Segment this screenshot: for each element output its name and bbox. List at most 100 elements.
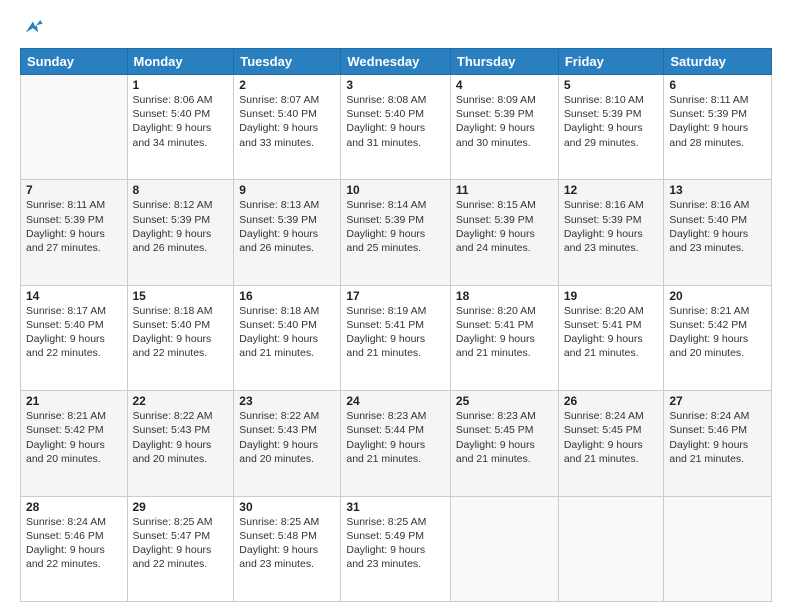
daylight-minutes: and 20 minutes. [669, 346, 766, 360]
sunset-text: Sunset: 5:44 PM [346, 423, 445, 437]
calendar-cell: 7Sunrise: 8:11 AMSunset: 5:39 PMDaylight… [21, 180, 128, 285]
sunrise-text: Sunrise: 8:20 AM [564, 304, 659, 318]
daylight-minutes: and 21 minutes. [346, 346, 445, 360]
sunset-text: Sunset: 5:39 PM [239, 213, 335, 227]
day-number: 2 [239, 78, 335, 92]
logo-bird-icon [22, 16, 44, 38]
daylight-minutes: and 21 minutes. [239, 346, 335, 360]
calendar-cell [21, 75, 128, 180]
sunrise-text: Sunrise: 8:11 AM [669, 93, 766, 107]
calendar-cell [450, 496, 558, 601]
sunset-text: Sunset: 5:39 PM [669, 107, 766, 121]
calendar-cell: 18Sunrise: 8:20 AMSunset: 5:41 PMDayligh… [450, 285, 558, 390]
sunset-text: Sunset: 5:48 PM [239, 529, 335, 543]
daylight-hours: Daylight: 9 hours [239, 438, 335, 452]
calendar-table: SundayMondayTuesdayWednesdayThursdayFrid… [20, 48, 772, 602]
sunrise-text: Sunrise: 8:10 AM [564, 93, 659, 107]
daylight-minutes: and 23 minutes. [239, 557, 335, 571]
sunset-text: Sunset: 5:40 PM [239, 107, 335, 121]
logo [20, 16, 44, 38]
sunset-text: Sunset: 5:47 PM [133, 529, 229, 543]
daylight-hours: Daylight: 9 hours [239, 543, 335, 557]
sunrise-text: Sunrise: 8:25 AM [133, 515, 229, 529]
daylight-hours: Daylight: 9 hours [456, 121, 553, 135]
day-number: 22 [133, 394, 229, 408]
sunset-text: Sunset: 5:46 PM [26, 529, 122, 543]
sunset-text: Sunset: 5:40 PM [133, 318, 229, 332]
sunset-text: Sunset: 5:43 PM [133, 423, 229, 437]
day-number: 31 [346, 500, 445, 514]
header-day-thursday: Thursday [450, 49, 558, 75]
calendar-cell: 26Sunrise: 8:24 AMSunset: 5:45 PMDayligh… [558, 391, 664, 496]
daylight-minutes: and 21 minutes. [564, 452, 659, 466]
sunset-text: Sunset: 5:42 PM [26, 423, 122, 437]
daylight-hours: Daylight: 9 hours [456, 332, 553, 346]
daylight-minutes: and 28 minutes. [669, 136, 766, 150]
sunrise-text: Sunrise: 8:23 AM [456, 409, 553, 423]
daylight-minutes: and 22 minutes. [133, 346, 229, 360]
header-day-friday: Friday [558, 49, 664, 75]
sunset-text: Sunset: 5:39 PM [456, 213, 553, 227]
sunrise-text: Sunrise: 8:09 AM [456, 93, 553, 107]
calendar-cell: 27Sunrise: 8:24 AMSunset: 5:46 PMDayligh… [664, 391, 772, 496]
day-number: 29 [133, 500, 229, 514]
sunset-text: Sunset: 5:41 PM [456, 318, 553, 332]
sunrise-text: Sunrise: 8:14 AM [346, 198, 445, 212]
day-number: 6 [669, 78, 766, 92]
daylight-minutes: and 22 minutes. [133, 557, 229, 571]
calendar-cell: 23Sunrise: 8:22 AMSunset: 5:43 PMDayligh… [234, 391, 341, 496]
daylight-minutes: and 20 minutes. [26, 452, 122, 466]
header-row: SundayMondayTuesdayWednesdayThursdayFrid… [21, 49, 772, 75]
daylight-minutes: and 21 minutes. [564, 346, 659, 360]
header-day-monday: Monday [127, 49, 234, 75]
sunset-text: Sunset: 5:45 PM [564, 423, 659, 437]
daylight-minutes: and 23 minutes. [669, 241, 766, 255]
day-number: 5 [564, 78, 659, 92]
calendar-cell: 2Sunrise: 8:07 AMSunset: 5:40 PMDaylight… [234, 75, 341, 180]
calendar-cell: 10Sunrise: 8:14 AMSunset: 5:39 PMDayligh… [341, 180, 451, 285]
sunset-text: Sunset: 5:45 PM [456, 423, 553, 437]
sunrise-text: Sunrise: 8:22 AM [239, 409, 335, 423]
sunrise-text: Sunrise: 8:18 AM [239, 304, 335, 318]
daylight-hours: Daylight: 9 hours [239, 227, 335, 241]
sunset-text: Sunset: 5:46 PM [669, 423, 766, 437]
sunset-text: Sunset: 5:49 PM [346, 529, 445, 543]
sunset-text: Sunset: 5:39 PM [564, 107, 659, 121]
week-row-1: 7Sunrise: 8:11 AMSunset: 5:39 PMDaylight… [21, 180, 772, 285]
sunrise-text: Sunrise: 8:15 AM [456, 198, 553, 212]
sunset-text: Sunset: 5:40 PM [133, 107, 229, 121]
day-number: 20 [669, 289, 766, 303]
sunrise-text: Sunrise: 8:06 AM [133, 93, 229, 107]
calendar-cell: 16Sunrise: 8:18 AMSunset: 5:40 PMDayligh… [234, 285, 341, 390]
calendar-cell: 29Sunrise: 8:25 AMSunset: 5:47 PMDayligh… [127, 496, 234, 601]
day-number: 9 [239, 183, 335, 197]
daylight-minutes: and 21 minutes. [456, 452, 553, 466]
sunrise-text: Sunrise: 8:24 AM [26, 515, 122, 529]
daylight-hours: Daylight: 9 hours [26, 543, 122, 557]
daylight-minutes: and 21 minutes. [669, 452, 766, 466]
sunset-text: Sunset: 5:39 PM [133, 213, 229, 227]
sunrise-text: Sunrise: 8:08 AM [346, 93, 445, 107]
calendar-cell: 4Sunrise: 8:09 AMSunset: 5:39 PMDaylight… [450, 75, 558, 180]
header-day-wednesday: Wednesday [341, 49, 451, 75]
day-number: 4 [456, 78, 553, 92]
calendar-cell: 30Sunrise: 8:25 AMSunset: 5:48 PMDayligh… [234, 496, 341, 601]
calendar-cell: 11Sunrise: 8:15 AMSunset: 5:39 PMDayligh… [450, 180, 558, 285]
sunset-text: Sunset: 5:41 PM [346, 318, 445, 332]
sunset-text: Sunset: 5:42 PM [669, 318, 766, 332]
calendar-cell: 25Sunrise: 8:23 AMSunset: 5:45 PMDayligh… [450, 391, 558, 496]
daylight-minutes: and 23 minutes. [564, 241, 659, 255]
day-number: 1 [133, 78, 229, 92]
daylight-hours: Daylight: 9 hours [669, 227, 766, 241]
daylight-hours: Daylight: 9 hours [669, 438, 766, 452]
sunrise-text: Sunrise: 8:25 AM [239, 515, 335, 529]
sunrise-text: Sunrise: 8:18 AM [133, 304, 229, 318]
day-number: 19 [564, 289, 659, 303]
calendar-cell: 8Sunrise: 8:12 AMSunset: 5:39 PMDaylight… [127, 180, 234, 285]
calendar-cell: 28Sunrise: 8:24 AMSunset: 5:46 PMDayligh… [21, 496, 128, 601]
daylight-hours: Daylight: 9 hours [133, 227, 229, 241]
page: SundayMondayTuesdayWednesdayThursdayFrid… [0, 0, 792, 612]
sunrise-text: Sunrise: 8:07 AM [239, 93, 335, 107]
daylight-minutes: and 30 minutes. [456, 136, 553, 150]
header-day-sunday: Sunday [21, 49, 128, 75]
